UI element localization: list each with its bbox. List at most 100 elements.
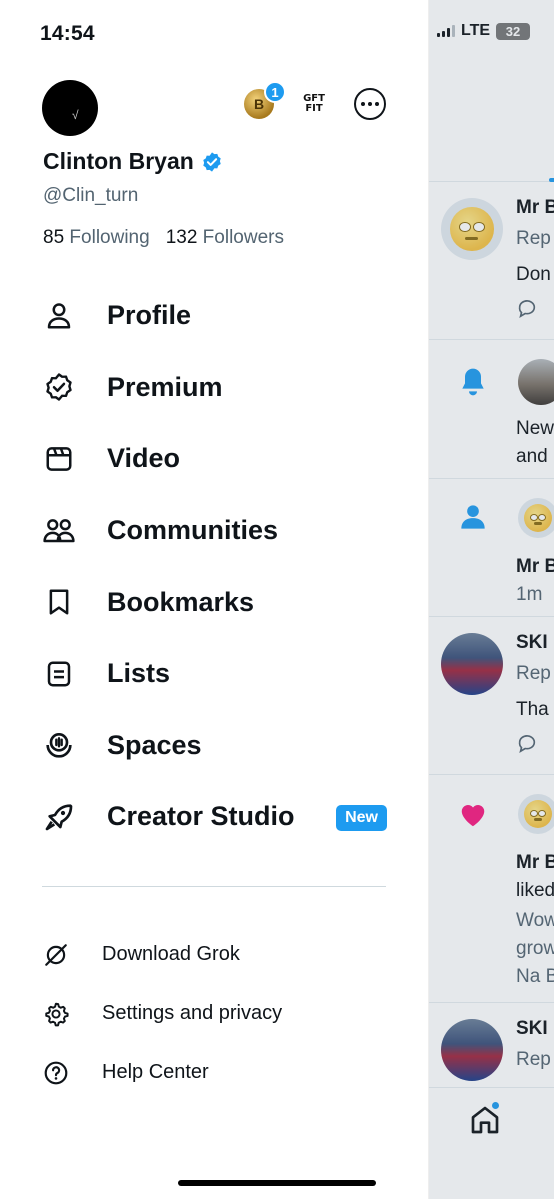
signal-icon [437,25,455,37]
following-count: 85 [43,227,65,248]
reply-icon[interactable] [516,297,538,319]
menu-label: Spaces [107,729,202,760]
bottom-tab-bar [429,1087,554,1199]
post-text: Don [516,264,551,285]
background-timeline: LTE 32 Mr B Rep Don New and Mr B 1m SKI … [428,0,554,1199]
following-label: Following [69,227,150,248]
menu-item-spaces[interactable]: Spaces [42,710,387,782]
logo-text-bottom: FIT [305,103,323,114]
followers-label: Followers [202,227,284,248]
menu-item-settings[interactable]: Settings and privacy [42,984,387,1043]
post-meta: Rep [516,228,551,249]
other-account-avatar[interactable]: B 1 [244,81,286,119]
battery-level: 32 [505,23,521,39]
menu-item-creator-studio[interactable]: Creator Studio New [42,781,387,853]
menu-item-premium[interactable]: Premium [42,352,387,424]
network-label: LTE [461,22,491,39]
notification-badge: 1 [264,81,286,103]
menu-label: Profile [107,300,192,331]
post-text: Tha [516,699,549,720]
reply-icon[interactable] [516,732,538,754]
notification-item[interactable]: New and [429,341,554,479]
more-accounts-button[interactable] [354,88,386,120]
avatar[interactable] [441,198,503,260]
person-icon [47,303,71,329]
follow-person-icon [461,505,485,529]
profile-handle: @Clin_turn [43,185,139,206]
tab-indicator [549,178,554,182]
notification-quote-line3: Na B [516,966,554,987]
display-name: Clinton Bryan [43,148,194,174]
post-meta: Rep [516,663,551,684]
avatar[interactable] [518,794,554,834]
account-switcher: B 1 GFT FIT [244,81,386,120]
menu-label: Help Center [102,1061,209,1083]
spaces-icon [46,733,72,758]
avatar[interactable] [518,498,554,538]
menu-item-video[interactable]: Video [42,423,387,495]
post-meta: Rep [516,1049,551,1070]
side-drawer: 14:54 √ B 1 GFT FIT Clinton Bryan @Clin_… [0,0,428,1199]
menu-label: Creator Studio [107,801,295,832]
menu-item-lists[interactable]: Lists [42,638,387,710]
video-icon [46,447,72,471]
unread-dot [492,1102,499,1109]
post-author: Mr B [516,852,554,873]
coin-letter: B [253,96,265,112]
notification-item[interactable]: Mr B 1m [429,480,554,617]
bell-icon [462,368,484,396]
timeline-post[interactable]: SKI Rep Tha [429,618,554,775]
timeline-header: LTE 32 [429,0,554,182]
menu-label: Bookmarks [107,586,255,617]
following-link[interactable]: 85 Following [43,227,150,249]
new-badge: New [336,805,387,832]
menu-item-bookmarks[interactable]: Bookmarks [42,566,387,638]
timeline-post[interactable]: SKI Rep [429,1004,554,1094]
gear-icon [45,1002,69,1026]
post-author: Mr B [516,197,554,218]
other-account-avatar[interactable]: GFT FIT [296,89,332,119]
profile-avatar[interactable]: √ [42,80,98,136]
verified-badge-icon [46,373,72,402]
menu-label: Download Grok [102,943,240,965]
rocket-icon [45,804,73,831]
follow-stats: 85 Following 132 Followers [43,227,284,249]
menu-label: Communities [107,515,279,546]
heart-icon [461,805,485,827]
verified-check-icon [203,151,221,172]
drawer-menu: Profile Premium Video Communities Bookma… [42,280,387,853]
notification-text-line1: liked [516,880,554,901]
avatar[interactable] [441,633,503,695]
post-author: SKI [516,1018,548,1039]
profile-name-row[interactable]: Clinton Bryan [43,148,223,175]
menu-item-help-center[interactable]: Help Center [42,1043,387,1102]
post-author: Mr B [516,556,554,577]
menu-label: Lists [107,658,171,689]
menu-item-download-grok[interactable]: Download Grok [42,925,387,984]
avatar[interactable] [518,359,554,405]
notification-text-line1: New [516,418,554,439]
menu-item-profile[interactable]: Profile [42,280,387,352]
status-time: 14:54 [40,22,95,45]
grok-icon [45,943,67,966]
status-indicators: LTE 32 [437,22,531,40]
menu-label: Settings and privacy [102,1002,283,1024]
notification-quote-line2: grow [516,938,554,959]
timeline-post[interactable]: Mr B Rep Don [429,183,554,340]
help-icon [44,1061,68,1084]
post-author: SKI [516,632,548,653]
menu-item-communities[interactable]: Communities [42,495,387,567]
followers-link[interactable]: 132 Followers [166,227,284,249]
battery-icon: 32 [496,22,531,40]
menu-divider [42,886,386,887]
menu-label: Video [107,443,181,474]
notification-quote-line1: Wow [516,910,554,931]
avatar[interactable] [441,1019,503,1081]
followers-count: 132 [165,227,198,248]
drawer-secondary-menu: Download Grok Settings and privacy Help … [42,925,387,1102]
notification-text-line2: and [516,446,548,467]
post-meta: 1m [516,584,543,605]
communities-icon [43,518,75,542]
list-icon [47,661,71,687]
notification-item[interactable]: Mr B liked Wow grow Na B [429,776,554,1003]
